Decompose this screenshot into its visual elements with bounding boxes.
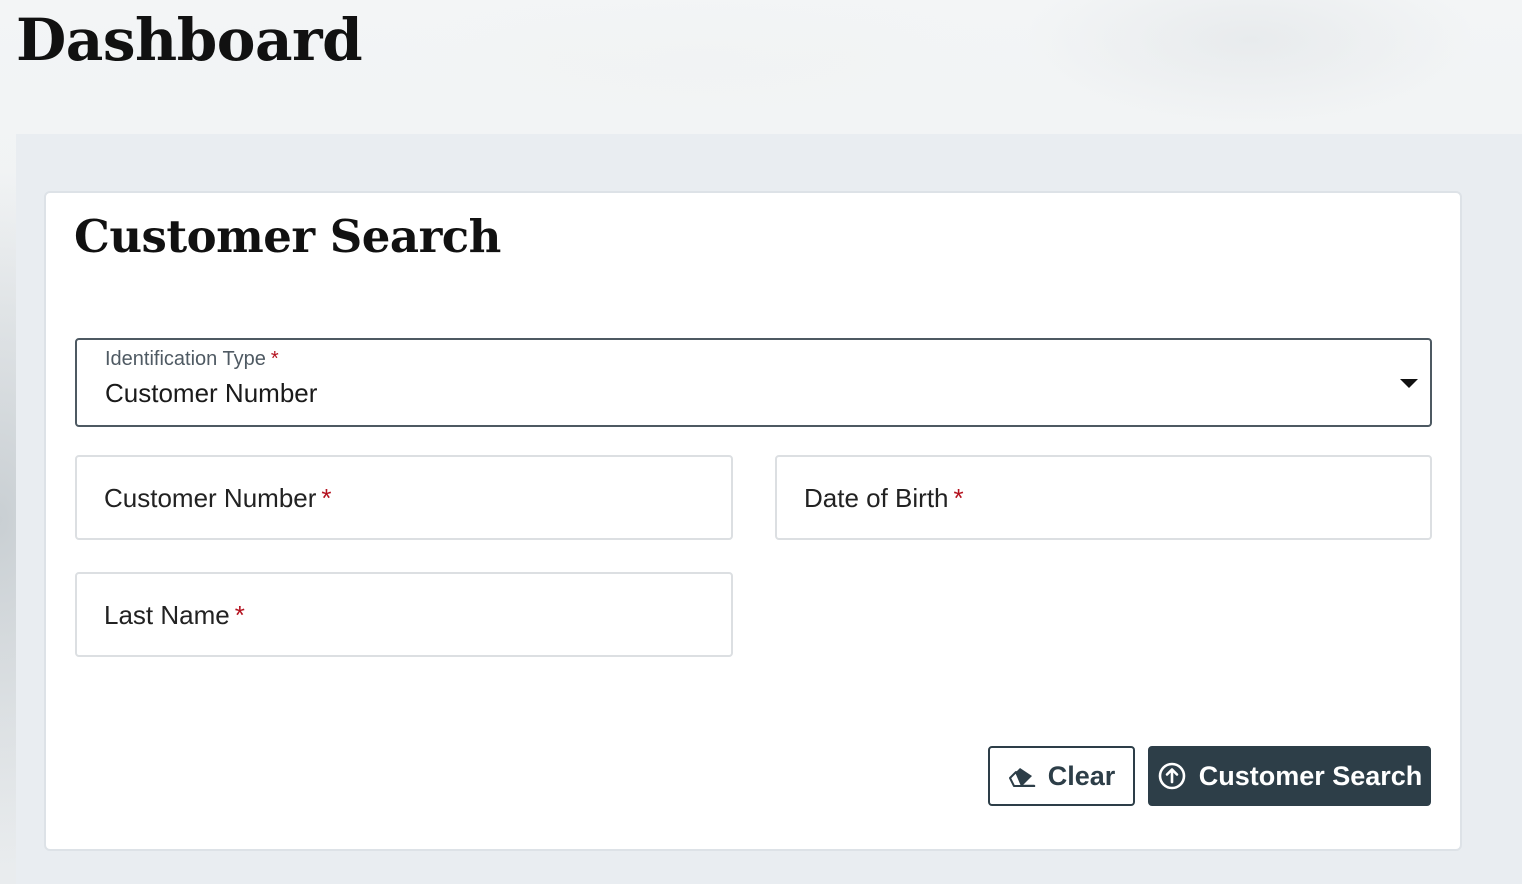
eraser-icon — [1008, 768, 1035, 787]
last-name-label-text: Last Name — [104, 600, 230, 630]
customer-number-label-text: Customer Number — [104, 483, 317, 513]
customer-search-button[interactable]: Customer Search — [1148, 746, 1431, 806]
identification-type-label-text: Identification Type — [105, 348, 266, 370]
last-name-label: Last Name * — [104, 600, 245, 631]
card-title: Customer Search — [74, 210, 501, 263]
caret-down-icon[interactable] — [1400, 379, 1418, 388]
identification-type-value: Customer Number — [105, 378, 318, 408]
required-asterisk: * — [234, 600, 245, 630]
required-asterisk: * — [953, 483, 964, 513]
circle-arrow-up-icon — [1158, 762, 1186, 790]
customer-search-button-label: Customer Search — [1198, 760, 1423, 791]
content-panel: Customer Search Identification Type * Cus… — [16, 134, 1522, 884]
required-asterisk: * — [270, 348, 279, 370]
clear-button[interactable]: Clear — [988, 746, 1135, 806]
date-of-birth-label-text: Date of Birth — [804, 483, 949, 513]
clear-button-label: Clear — [1047, 760, 1116, 791]
required-asterisk: * — [321, 483, 332, 513]
customer-number-label: Customer Number * — [104, 483, 332, 514]
page-title: Dashboard — [16, 6, 363, 74]
identification-type-label: Identification Type * — [105, 348, 279, 371]
customer-search-card: Customer Search Identification Type * Cus… — [44, 191, 1462, 851]
date-of-birth-field[interactable]: Date of Birth * — [775, 455, 1432, 540]
last-name-field[interactable]: Last Name * — [75, 572, 733, 657]
date-of-birth-label: Date of Birth * — [804, 483, 964, 514]
customer-number-field[interactable]: Customer Number * — [75, 455, 733, 540]
identification-type-select[interactable]: Identification Type * Customer Number — [75, 338, 1432, 427]
